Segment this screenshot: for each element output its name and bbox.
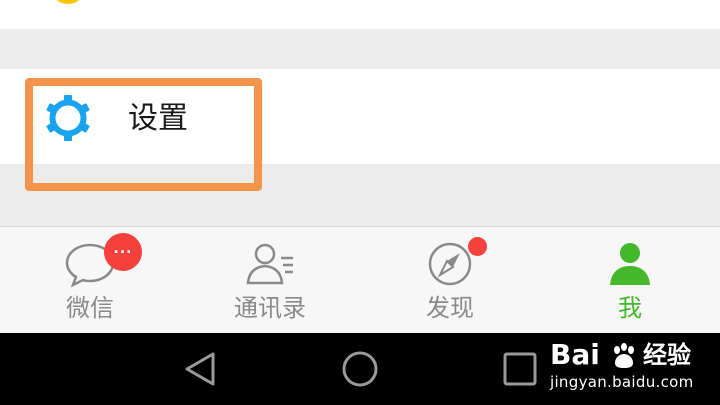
tab-contacts[interactable]: 通讯录 [180,227,360,333]
unread-badge: ... [104,233,142,271]
list-item-above[interactable] [0,0,720,29]
tab-discover[interactable]: 发现 [360,227,540,333]
watermark-suffix: 经验 [643,341,691,369]
paw-icon [614,343,634,368]
bottom-tab-bar: ... 微信 通讯录 发现 我 [0,226,720,333]
tab-label: 我 [618,294,642,322]
back-triangle-icon[interactable] [180,349,220,389]
tab-label: 微信 [66,294,114,322]
recents-square-icon[interactable] [500,349,540,389]
contacts-icon [246,243,293,285]
tab-label: 通讯录 [234,294,306,322]
new-dot-badge [468,237,487,256]
baidu-jingyan-watermark: Bai 经验 jingyan.baidu.com [550,338,720,400]
watermark-url: jingyan.baidu.com [550,373,694,391]
partial-list-icon [50,0,86,4]
tab-label: 发现 [426,294,474,322]
highlight-box [25,78,262,191]
tab-me[interactable]: 我 [540,227,720,333]
home-circle-icon[interactable] [340,349,380,389]
watermark-logo: Bai [550,338,600,371]
tab-chats[interactable]: ... 微信 [0,227,180,333]
person-icon [610,243,650,285]
